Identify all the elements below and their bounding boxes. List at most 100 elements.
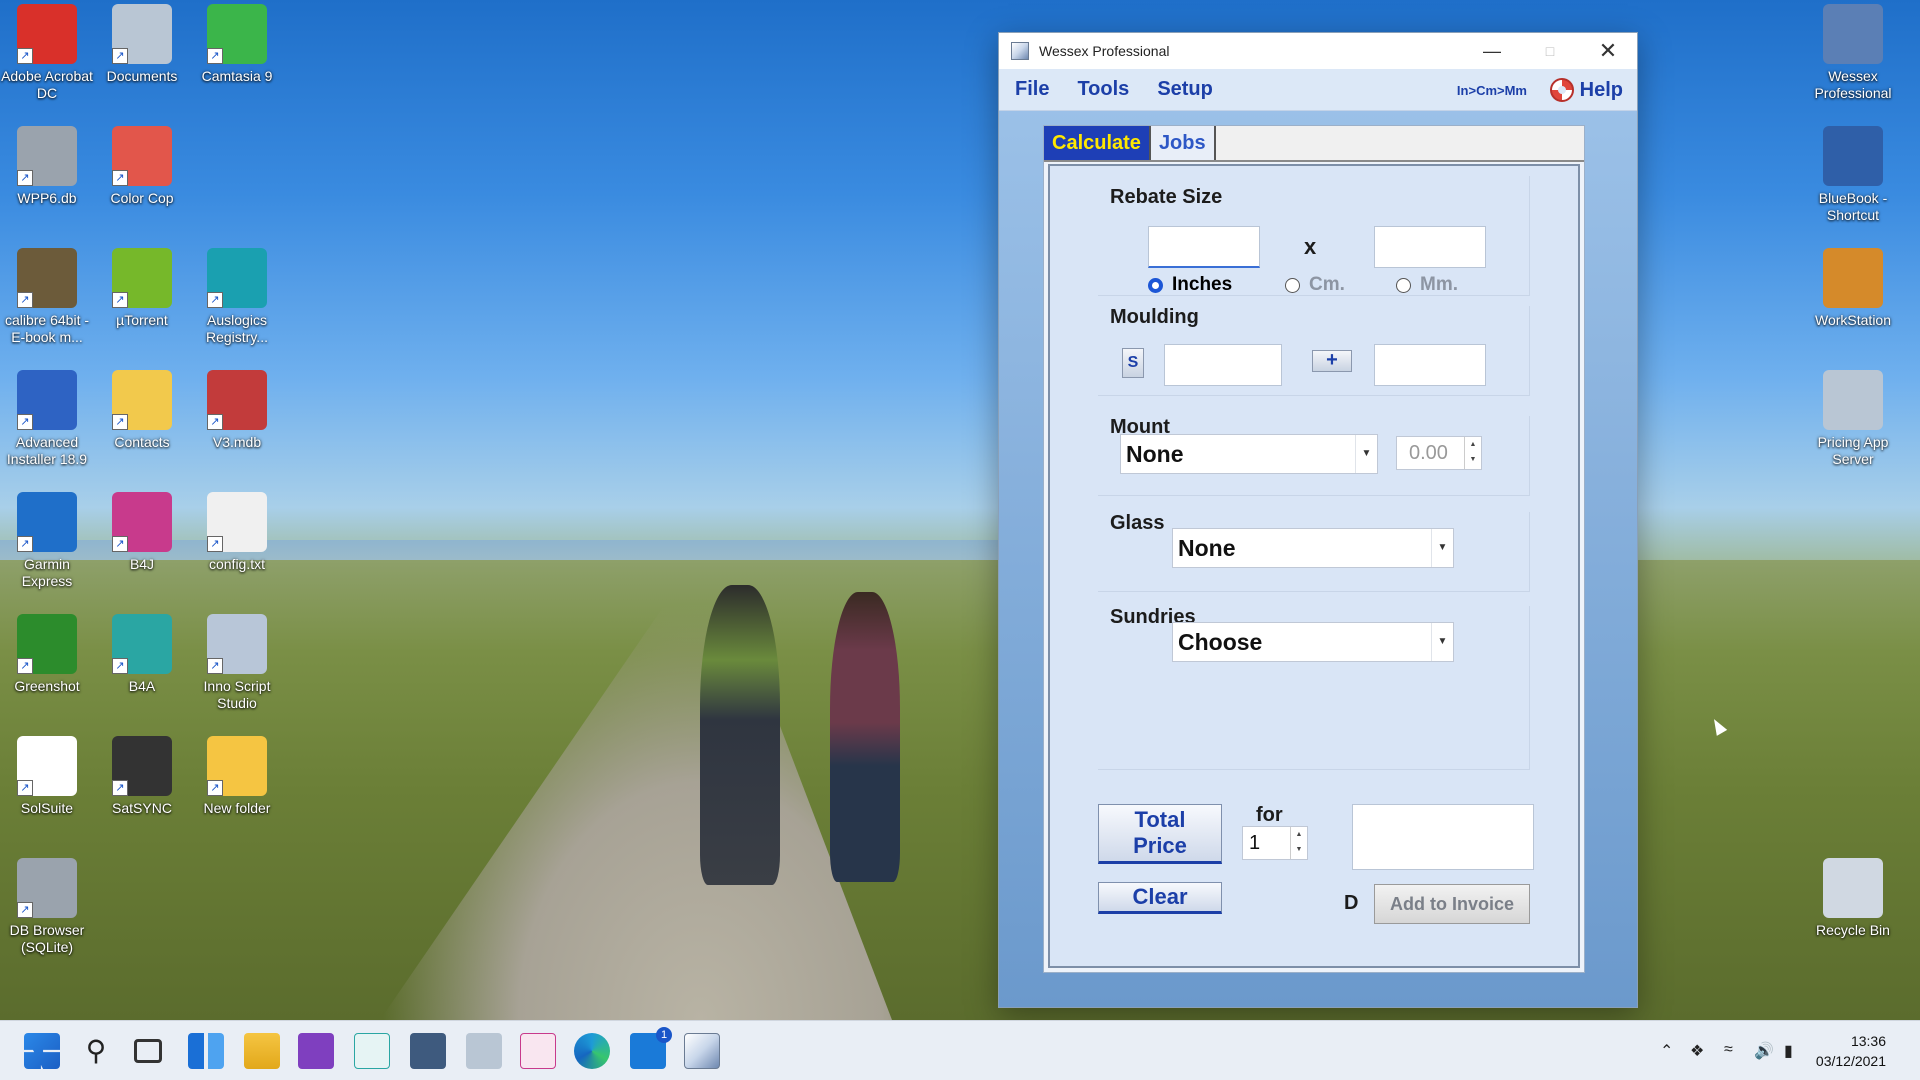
mount-select[interactable]: None ▼ xyxy=(1120,434,1378,474)
wessex-app-icon xyxy=(1011,42,1029,60)
desktop-icon[interactable]: ↗ B4A xyxy=(95,614,189,695)
calculator-icon[interactable] xyxy=(410,1033,446,1069)
desktop-icon[interactable]: ↗ Documents xyxy=(95,4,189,85)
rebate-width-input[interactable] xyxy=(1148,226,1260,268)
background-walker-1 xyxy=(700,585,780,885)
moulding-code-input[interactable] xyxy=(1164,344,1282,386)
b4j-app-icon[interactable] xyxy=(520,1033,556,1069)
desktop-icon[interactable]: ↗ Contacts xyxy=(95,370,189,451)
mount-value-stepper[interactable]: 0.00 ▲ ▼ xyxy=(1396,436,1482,470)
server-icon xyxy=(1823,370,1883,430)
search-icon[interactable]: ⚲ xyxy=(78,1033,114,1069)
quantity-value: 1 xyxy=(1249,832,1261,854)
menu-setup[interactable]: Setup xyxy=(1157,78,1213,101)
shortcut-arrow-icon: ↗ xyxy=(207,658,223,674)
units-cm-label: Cm. xyxy=(1309,274,1345,295)
rebate-height-input[interactable] xyxy=(1374,226,1486,268)
desktop-icon-label: config.txt xyxy=(208,556,266,572)
desktop-icon[interactable]: Wessex Professional xyxy=(1806,4,1900,102)
desktop-icon[interactable]: Pricing App Server xyxy=(1806,370,1900,468)
contacts-folder-icon: ↗ xyxy=(112,370,172,430)
quantity-stepper[interactable]: 1 ▲ ▼ xyxy=(1242,826,1308,860)
units-toggle-link[interactable]: In>Cm>Mm xyxy=(1457,83,1527,98)
desktop-icon-label: V3.mdb xyxy=(212,434,262,450)
sundries-select[interactable]: Choose ▼ xyxy=(1172,622,1454,662)
desktop-icon[interactable]: ↗ B4J xyxy=(95,492,189,573)
edge-browser-icon[interactable] xyxy=(574,1033,610,1069)
desktop-icon[interactable]: ↗ Adobe Acrobat DC xyxy=(0,4,94,102)
help-menu[interactable]: Help xyxy=(1549,78,1623,102)
battery-icon[interactable]: ▮ xyxy=(1784,1041,1793,1061)
file-explorer-icon[interactable] xyxy=(244,1033,280,1069)
desktop-icon[interactable]: ↗ SatSYNC xyxy=(95,736,189,817)
close-button[interactable]: ✕ xyxy=(1579,33,1637,69)
wessex-taskbar-icon[interactable] xyxy=(684,1033,720,1069)
add-to-invoice-button[interactable]: Add to Invoice xyxy=(1374,884,1530,924)
desktop-icon[interactable]: ↗ Camtasia 9 xyxy=(190,4,284,85)
units-inches-radio[interactable]: Inches xyxy=(1148,274,1232,296)
desktop-icon[interactable]: ↗ WPP6.db xyxy=(0,126,94,207)
text-file-icon: ↗ xyxy=(207,492,267,552)
moulding-search-button[interactable]: S xyxy=(1122,348,1144,378)
desktop-icon[interactable]: ↗ Inno Script Studio xyxy=(190,614,284,712)
start-button-icon[interactable] xyxy=(24,1033,60,1069)
camtasia-icon: ↗ xyxy=(207,4,267,64)
menu-file[interactable]: File xyxy=(1015,78,1049,101)
desktop-icon[interactable]: ↗ V3.mdb xyxy=(190,370,284,451)
moulding-add-button[interactable]: + xyxy=(1312,350,1352,372)
desktop-icon[interactable]: ↗ Auslogics Registry... xyxy=(190,248,284,346)
desktop-icon[interactable]: ↗ calibre 64bit - E-book m... xyxy=(0,248,94,346)
task-view-icon[interactable] xyxy=(134,1039,162,1063)
desktop-icon[interactable]: ↗ µTorrent xyxy=(95,248,189,329)
desktop-icon-label: Greenshot xyxy=(14,678,80,694)
desktop-icon[interactable]: Recycle Bin xyxy=(1806,858,1900,939)
desktop-icon[interactable]: ↗ Greenshot xyxy=(0,614,94,695)
clock-time: 13:36 xyxy=(1850,1033,1886,1049)
tab-jobs[interactable]: Jobs xyxy=(1150,126,1216,160)
desktop-icon-label: WorkStation xyxy=(1815,312,1891,328)
desktop-icon[interactable]: WorkStation xyxy=(1806,248,1900,329)
desktop-icon[interactable]: ↗ Advanced Installer 18.9 xyxy=(0,370,94,468)
greenshot-icon: ↗ xyxy=(17,614,77,674)
chevron-up-icon[interactable]: ⌃ xyxy=(1660,1041,1673,1061)
installer-icon: ↗ xyxy=(17,370,77,430)
units-mm-radio[interactable]: Mm. xyxy=(1396,274,1458,296)
wifi-icon[interactable]: ≈ xyxy=(1724,1041,1733,1059)
tab-calculate[interactable]: Calculate xyxy=(1044,126,1151,160)
window-titlebar[interactable]: Wessex Professional — □ ✕ xyxy=(999,33,1637,69)
utorrent-icon: ↗ xyxy=(112,248,172,308)
desktop-icon[interactable]: ↗ New folder xyxy=(190,736,284,817)
documents-app-icon[interactable] xyxy=(466,1033,502,1069)
dropbox-icon[interactable]: ❖ xyxy=(1690,1041,1704,1061)
widgets-icon[interactable] xyxy=(188,1033,224,1069)
total-price-button[interactable]: Total Price xyxy=(1098,804,1222,864)
desktop-icon[interactable]: ↗ Garmin Express xyxy=(0,492,94,590)
desktop-icon-label: SolSuite xyxy=(20,800,74,816)
system-clock[interactable]: 13:36 03/12/2021 xyxy=(1816,1031,1886,1071)
spin-arrows-icon[interactable]: ▲ ▼ xyxy=(1464,437,1481,469)
volume-icon[interactable]: 🔊 xyxy=(1754,1041,1774,1061)
desktop-icon[interactable]: ↗ DB Browser (SQLite) xyxy=(0,858,94,956)
maximize-button[interactable]: □ xyxy=(1521,33,1579,69)
b4a-app-icon[interactable] xyxy=(354,1033,390,1069)
moulding-second-input[interactable] xyxy=(1374,344,1486,386)
shortcut-arrow-icon: ↗ xyxy=(112,170,128,186)
minimize-button[interactable]: — xyxy=(1463,33,1521,69)
units-cm-radio[interactable]: Cm. xyxy=(1285,274,1345,296)
menu-tools[interactable]: Tools xyxy=(1077,78,1129,101)
desktop-icon[interactable]: ↗ config.txt xyxy=(190,492,284,573)
visual-studio-icon[interactable] xyxy=(298,1033,334,1069)
desktop-icon-label: Wessex Professional xyxy=(1814,68,1892,101)
glass-select[interactable]: None ▼ xyxy=(1172,528,1454,568)
device-app-icon[interactable]: 1 xyxy=(630,1027,672,1069)
clear-button[interactable]: Clear xyxy=(1098,882,1222,914)
glass-selected: None xyxy=(1178,535,1236,561)
desktop-icon[interactable]: BlueBook - Shortcut xyxy=(1806,126,1900,224)
desktop-icon[interactable]: ↗ Color Cop xyxy=(95,126,189,207)
shortcut-arrow-icon: ↗ xyxy=(112,658,128,674)
desktop-icon-label: SatSYNC xyxy=(112,800,172,816)
desktop-icon[interactable]: ↗ SolSuite xyxy=(0,736,94,817)
desktop-icon-label: WPP6.db xyxy=(17,190,77,206)
for-label: for xyxy=(1256,804,1283,826)
spin-arrows-icon[interactable]: ▲ ▼ xyxy=(1290,827,1307,859)
